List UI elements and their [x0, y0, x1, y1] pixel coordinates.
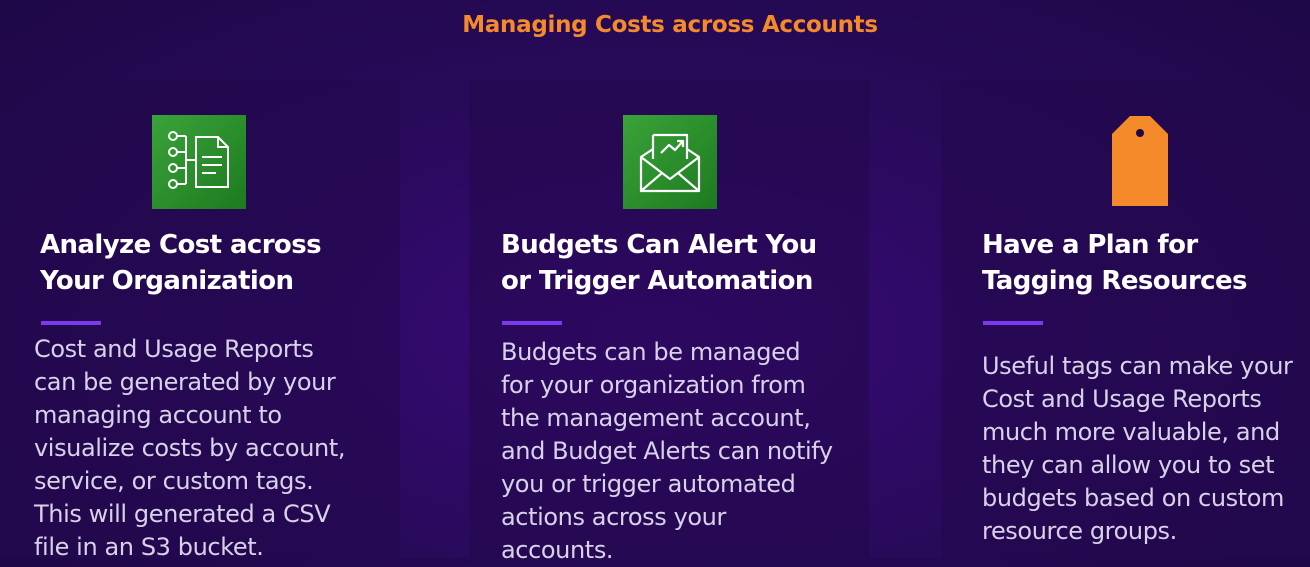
card-heading-line: or Trigger Automation [501, 266, 813, 296]
card-analyze-cost: Analyze Cost across Your Organization Co… [0, 80, 400, 561]
card-body-line: file in an S3 bucket. [34, 533, 264, 561]
card-body-line: resource groups. [982, 517, 1177, 545]
card-body-line: budgets based on custom [982, 484, 1285, 512]
card-tagging: Have a Plan for Tagging Resources Useful… [941, 80, 1310, 558]
card-body-line: Cost and Usage Reports [34, 335, 314, 363]
card-body-line: for your organization from [501, 371, 806, 399]
accent-bar [41, 321, 101, 325]
card-heading-line: Budgets Can Alert You [501, 230, 817, 260]
slide-title: Managing Costs across Accounts [462, 12, 878, 38]
card-body-line: visualize costs by account, [34, 434, 346, 462]
card-budgets: Budgets Can Alert You or Trigger Automat… [469, 80, 869, 564]
card-body-line: actions across your [501, 503, 726, 531]
card-body-line: can be generated by your [34, 368, 336, 396]
card-body-line: and Budget Alerts can notify [501, 437, 833, 465]
card-body-line: Cost and Usage Reports [982, 385, 1262, 413]
card-body-line: This will generated a CSV [34, 500, 331, 528]
card-body: Cost and Usage Reports can be generated … [34, 333, 345, 564]
cost-report-icon [152, 115, 246, 209]
card-body-line: much more valuable, and [982, 418, 1280, 446]
card-body-line: managing account to [34, 401, 282, 429]
card-body-line: the management account, [501, 404, 811, 432]
card-heading-line: Your Organization [40, 266, 294, 296]
accent-bar [502, 321, 562, 325]
card-heading: Have a Plan for Tagging Resources [982, 227, 1310, 299]
card-body-line: Useful tags can make your [982, 352, 1293, 380]
card-body-line: you or trigger automated [501, 470, 796, 498]
card-body-line: Budgets can be managed [501, 338, 801, 366]
card-body: Budgets can be managed for your organiza… [501, 336, 833, 567]
card-heading-line: Have a Plan for [982, 230, 1198, 260]
card-body-line: accounts. [501, 536, 614, 564]
tag-icon [1112, 116, 1168, 206]
card-heading-line: Analyze Cost across [40, 230, 322, 260]
card-heading-line: Tagging Resources [982, 266, 1247, 296]
budget-alert-envelope-icon [623, 115, 717, 209]
card-heading: Analyze Cost across Your Organization [40, 227, 380, 299]
card-heading: Budgets Can Alert You or Trigger Automat… [501, 227, 841, 299]
card-body-line: they can allow you to set [982, 451, 1275, 479]
card-body-line: service, or custom tags. [34, 467, 314, 495]
accent-bar [983, 321, 1043, 325]
card-body: Useful tags can make your Cost and Usage… [982, 350, 1293, 548]
